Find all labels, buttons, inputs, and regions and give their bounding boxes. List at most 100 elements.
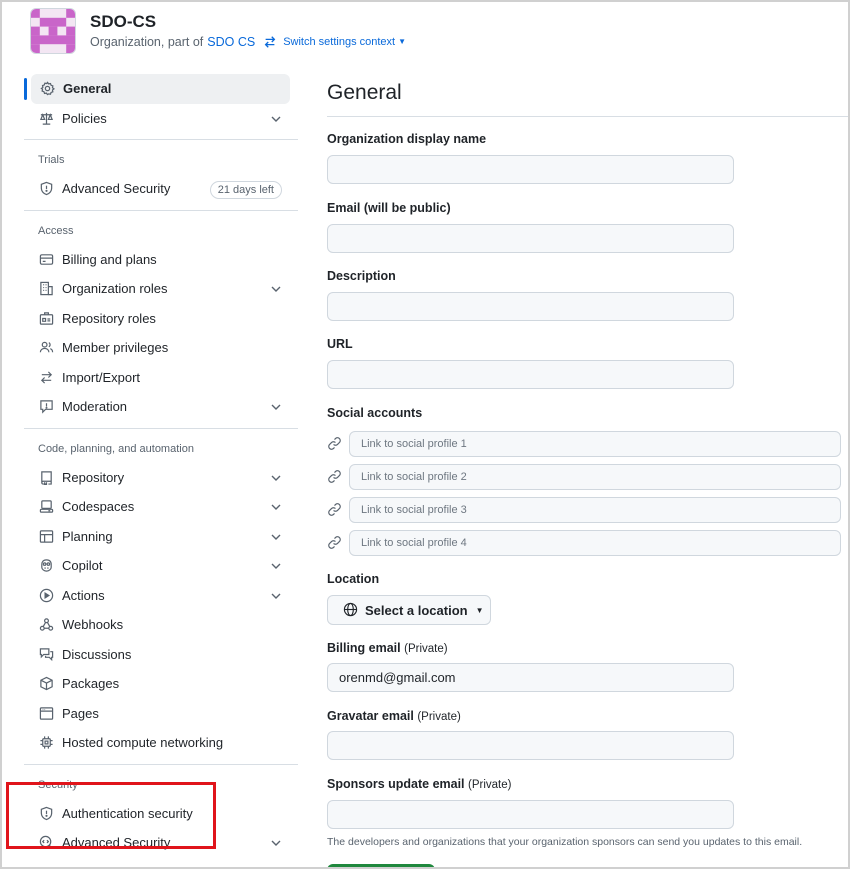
display-name-input[interactable]: [327, 155, 734, 184]
social-row: Link to social profile 4: [327, 530, 841, 556]
caret-down-icon: ▼: [475, 605, 484, 615]
sidebar-item-codespaces[interactable]: Codespaces: [24, 492, 298, 522]
arrow-switch-icon: [38, 369, 54, 385]
highlight-annotation: [6, 782, 216, 849]
divider: [24, 209, 298, 211]
sidebar-item-planning[interactable]: Planning: [24, 522, 298, 552]
sidebar-label-member-privileges: Member privileges: [62, 340, 169, 356]
sidebar-item-repository[interactable]: Repository: [24, 463, 298, 493]
chevron-down-icon[interactable]: [270, 560, 282, 572]
sidebar-item-copilot[interactable]: Copilot: [24, 551, 298, 581]
sidebar-label-copilot: Copilot: [62, 558, 103, 574]
sponsors-help-text: The developers and organizations that yo…: [327, 836, 803, 848]
gravatar-email-input[interactable]: [327, 731, 734, 760]
org-name[interactable]: SDO-CS: [90, 11, 406, 33]
repo-icon: [38, 469, 54, 485]
sidebar-item-repository-roles[interactable]: Repository roles: [24, 304, 298, 334]
gear-icon: [39, 81, 55, 97]
url-label: URL: [327, 337, 353, 351]
sidebar-label-moderation: Moderation: [62, 399, 128, 415]
sidebar-item-policies[interactable]: Policies: [24, 104, 298, 134]
sponsors-email-label: Sponsors update email (Private): [327, 777, 512, 791]
sponsors-email-input[interactable]: [327, 800, 734, 829]
chevron-down-icon[interactable]: [270, 283, 282, 295]
sidebar-item-moderation[interactable]: Moderation: [24, 392, 298, 422]
sidebar-label-planning: Planning: [62, 528, 113, 544]
org-subtitle: Organization, part of: [90, 35, 204, 49]
credit-card-icon: [38, 251, 54, 267]
report-icon: [38, 399, 54, 415]
codespaces-icon: [38, 499, 54, 515]
sidebar-item-packages[interactable]: Packages: [24, 669, 298, 699]
switch-context-button[interactable]: Switch settings context ▼: [283, 33, 406, 51]
sidebar-item-pages[interactable]: Pages: [24, 699, 298, 729]
chevron-down-icon[interactable]: [270, 501, 282, 513]
sidebar-label-organization-roles: Organization roles: [62, 281, 168, 297]
shield-icon: [38, 181, 54, 197]
sidebar-label-general: General: [63, 81, 112, 97]
link-icon: [327, 469, 343, 485]
trial-days-badge: 21 days left: [209, 181, 282, 199]
sidebar-item-billing[interactable]: Billing and plans: [24, 245, 298, 275]
copilot-icon: [38, 558, 54, 574]
sidebar-item-discussions[interactable]: Discussions: [24, 640, 298, 670]
social-row: Link to social profile 3: [327, 497, 841, 523]
social-profile-4-input[interactable]: Link to social profile 4: [349, 530, 841, 556]
chevron-down-icon[interactable]: [270, 401, 282, 413]
table-icon: [38, 528, 54, 544]
sidebar-item-hosted-compute[interactable]: Hosted compute networking: [24, 728, 298, 758]
divider: [24, 763, 298, 765]
social-profile-2-input[interactable]: Link to social profile 2: [349, 464, 841, 490]
law-icon: [38, 110, 54, 126]
display-name-label: Organization display name: [327, 132, 487, 146]
email-label: Email (will be public): [327, 201, 451, 215]
id-badge-icon: [38, 310, 54, 326]
section-heading-access: Access: [38, 224, 74, 237]
divider: [327, 116, 848, 117]
sidebar-label-packages: Packages: [62, 676, 120, 692]
sidebar-item-webhooks[interactable]: Webhooks: [24, 610, 298, 640]
url-input[interactable]: [327, 360, 734, 389]
select-location-label: Select a location: [365, 602, 468, 618]
select-location-button[interactable]: Select a location ▼: [327, 595, 491, 625]
sidebar-label-codespaces: Codespaces: [62, 499, 135, 515]
sidebar-item-member-privileges[interactable]: Member privileges: [24, 333, 298, 363]
chevron-down-icon[interactable]: [270, 113, 282, 125]
description-label: Description: [327, 269, 396, 283]
people-icon: [38, 340, 54, 356]
link-icon: [327, 535, 343, 551]
comment-discussion-icon: [38, 646, 54, 662]
chevron-down-icon[interactable]: [270, 837, 282, 849]
social-profile-3-input[interactable]: Link to social profile 3: [349, 497, 841, 523]
location-label: Location: [327, 572, 380, 586]
sidebar-label-webhooks: Webhooks: [62, 617, 124, 633]
sidebar-item-general[interactable]: General: [24, 74, 290, 104]
parent-org-link[interactable]: SDO CS: [207, 33, 255, 51]
chevron-down-icon[interactable]: [270, 590, 282, 602]
sidebar-label-repository: Repository: [62, 469, 125, 485]
sidebar-item-actions[interactable]: Actions: [24, 581, 298, 611]
general-settings-form: General Organization display name Email …: [327, 76, 848, 867]
sidebar-item-advanced-security-trial[interactable]: Advanced Security 21 days left: [24, 174, 298, 204]
description-input[interactable]: [327, 292, 734, 321]
gravatar-email-label: Gravatar email (Private): [327, 709, 461, 723]
sidebar-label-import-export: Import/Export: [62, 369, 141, 385]
billing-email-input[interactable]: orenmd@gmail.com: [327, 663, 734, 692]
social-accounts-label: Social accounts: [327, 406, 423, 420]
browser-icon: [38, 705, 54, 721]
section-heading-code: Code, planning, and automation: [38, 442, 194, 455]
chevron-down-icon[interactable]: [270, 472, 282, 484]
org-avatar[interactable]: [30, 8, 76, 54]
sidebar-label-policies: Policies: [62, 110, 107, 126]
email-input[interactable]: [327, 224, 734, 253]
sidebar-item-organization-roles[interactable]: Organization roles: [24, 274, 298, 304]
sidebar-label-billing: Billing and plans: [62, 251, 157, 267]
chevron-down-icon[interactable]: [270, 531, 282, 543]
sidebar-item-import-export[interactable]: Import/Export: [24, 363, 298, 393]
sidebar-label-hosted-compute: Hosted compute networking: [62, 735, 224, 751]
social-profile-1-input[interactable]: Link to social profile 1: [349, 431, 841, 457]
divider: [24, 427, 298, 429]
update-profile-button[interactable]: [327, 864, 435, 867]
globe-icon: [343, 602, 359, 618]
link-icon: [327, 502, 343, 518]
